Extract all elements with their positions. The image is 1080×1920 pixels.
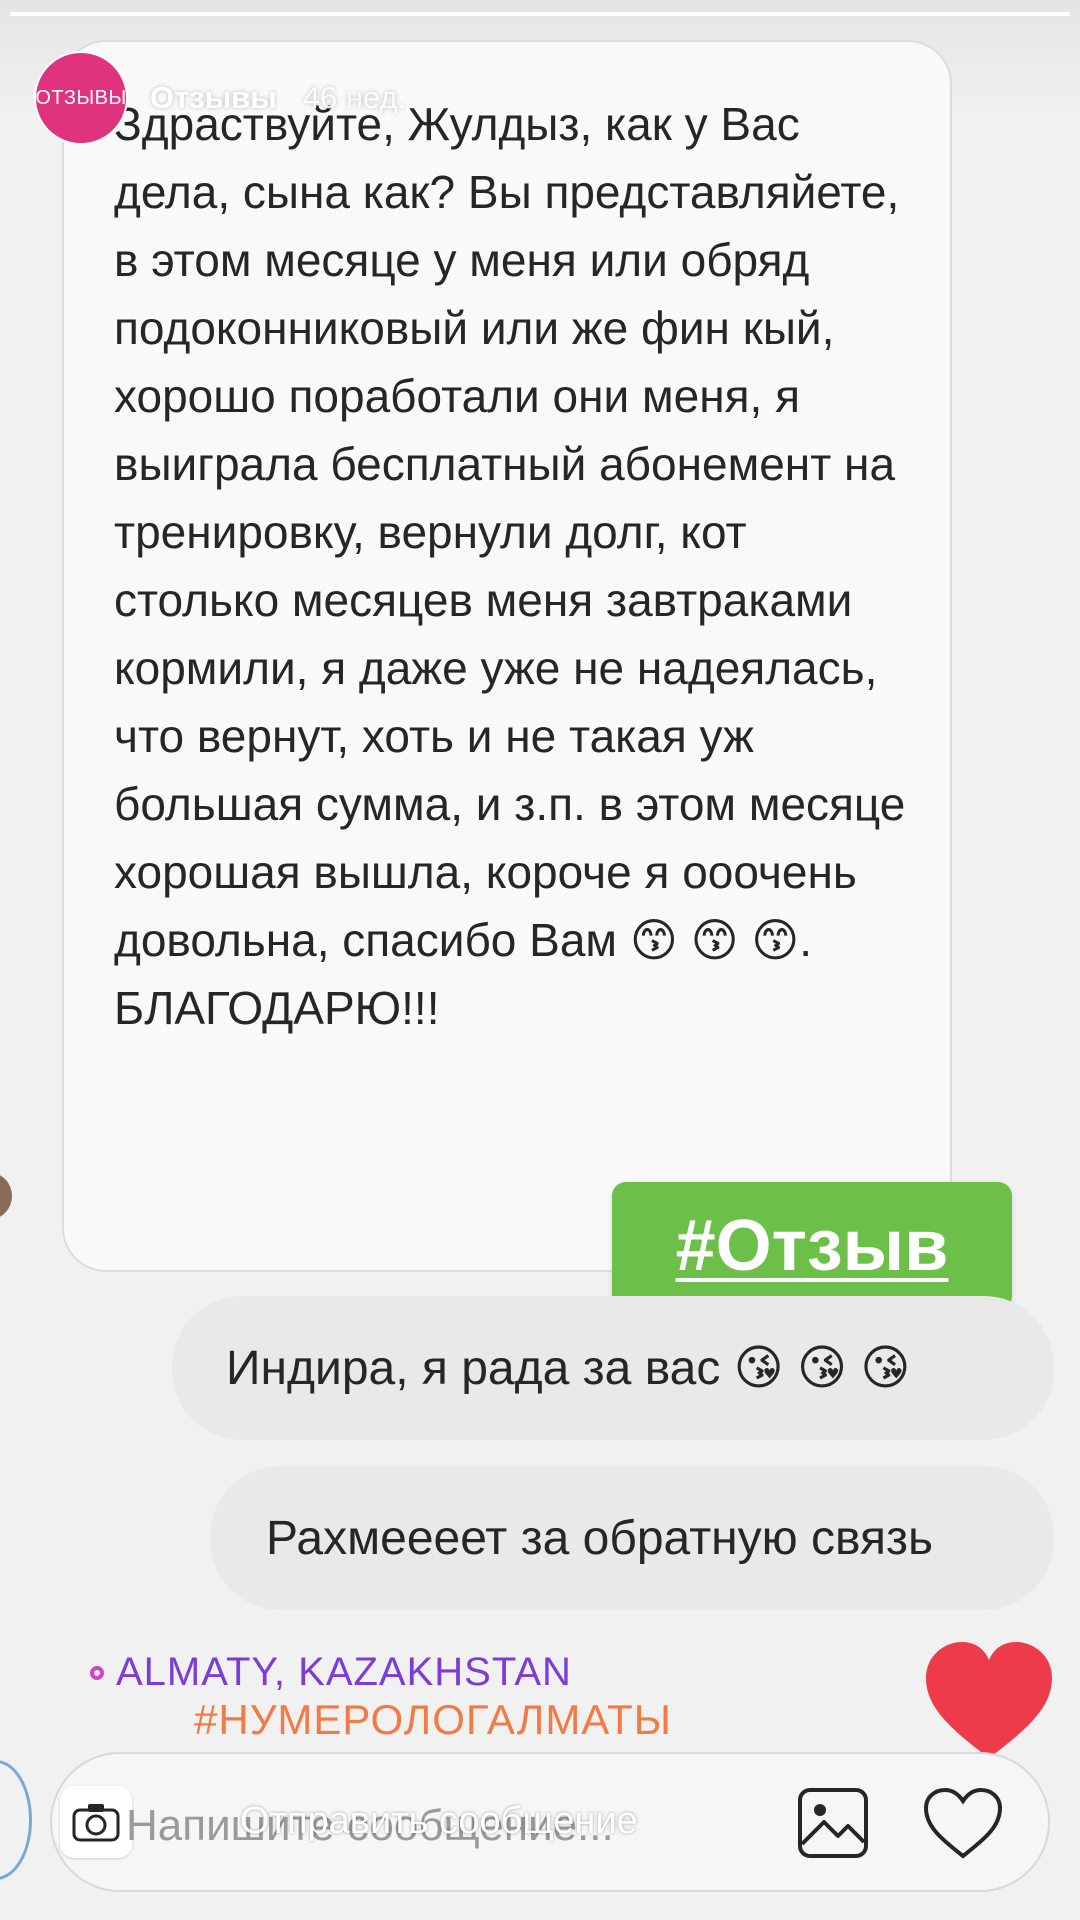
avatar-label: ОТЗЫВЫ — [35, 86, 127, 109]
avatar[interactable]: ОТЗЫВЫ — [34, 51, 128, 145]
sent-message-bubble: Рахмеееет за обратную связь — [210, 1466, 1054, 1610]
story-header[interactable]: ОТЗЫВЫ Отзывы 46 нед. — [34, 50, 406, 146]
hashtag-sticker-text: #Отзыв — [675, 1206, 949, 1286]
location-sticker[interactable]: ALMATY, KAZAKHSTAN — [90, 1650, 572, 1695]
camera-icon — [72, 1804, 120, 1842]
sent-message-bubble: Индира, я рада за вас 😘 😘 😘 — [172, 1296, 1054, 1440]
gallery-icon[interactable] — [796, 1786, 870, 1860]
like-heart-icon — [926, 1642, 1052, 1758]
sender-avatar — [0, 1172, 12, 1220]
received-message-bubble: Здраствуйте, Жулдыз, как у Вас дела, сын… — [62, 40, 952, 1272]
camera-button[interactable] — [60, 1786, 132, 1858]
story-timestamp: 46 нед. — [302, 80, 407, 115]
sent-message-text: Рахмеееет за обратную связь — [266, 1511, 933, 1565]
story-viewer: Здраствуйте, Жулдыз, как у Вас дела, сын… — [0, 0, 1080, 1920]
heart-icon[interactable] — [922, 1786, 1004, 1860]
story-progress-bar — [10, 12, 1070, 16]
sent-message-text: Индира, я рада за вас 😘 😘 😘 — [226, 1342, 911, 1395]
location-text: ALMATY, KAZAKHSTAN — [116, 1650, 572, 1694]
composer-side-ring — [0, 1760, 32, 1880]
received-message-text: Здраствуйте, Жулдыз, как у Вас дела, сын… — [114, 98, 919, 1034]
story-username[interactable]: Отзывы — [150, 80, 277, 116]
location-pin-icon — [90, 1665, 104, 1680]
reply-placeholder: Отправить сообщение — [240, 1800, 638, 1842]
story-progress-fill — [10, 12, 1070, 16]
hashtag-sticker[interactable]: #Отзыв — [612, 1182, 1012, 1310]
caption-hashtag[interactable]: #НУМЕРОЛОГАЛМАТЫ — [194, 1696, 672, 1744]
